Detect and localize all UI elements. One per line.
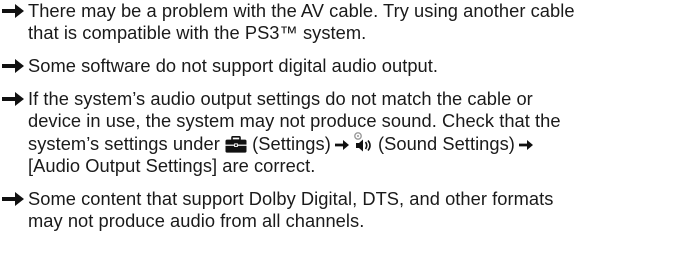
- settings-path-prefix: system’s settings under: [28, 133, 225, 154]
- item-text-line: Some content that support Dolby Digital,…: [28, 188, 554, 209]
- small-right-arrow-icon: [518, 140, 533, 150]
- item-text-line: [Audio Output Settings] are correct.: [28, 155, 316, 176]
- item-text-line: that is compatible with the PS3™ system.: [28, 22, 367, 43]
- settings-label: (Settings): [246, 133, 331, 154]
- right-arrow-icon: [2, 59, 24, 73]
- item-text-line: Some software do not support digital aud…: [28, 55, 439, 76]
- item-text-line: There may be a problem with the AV cable…: [28, 0, 575, 21]
- list-item: There may be a problem with the AV cable…: [0, 0, 688, 44]
- item-text-line: may not produce audio from all channels.: [28, 210, 365, 231]
- troubleshooting-list: There may be a problem with the AV cable…: [0, 0, 688, 254]
- right-arrow-icon: [2, 4, 24, 18]
- small-right-arrow-icon: [334, 140, 349, 150]
- right-arrow-icon: [2, 192, 24, 206]
- list-item: If the system’s audio output settings do…: [0, 88, 688, 177]
- item-text-line: device in use, the system may not produc…: [28, 110, 561, 131]
- list-item: Some software do not support digital aud…: [0, 55, 688, 77]
- speaker-settings-icon: [353, 132, 371, 152]
- list-item: Some content that support Dolby Digital,…: [0, 188, 688, 232]
- item-text-line-with-icons: system’s settings under (Settings) (Soun…: [28, 132, 688, 155]
- toolbox-icon: [225, 136, 247, 153]
- right-arrow-icon: [2, 92, 24, 106]
- sound-settings-label: (Sound Settings): [372, 133, 515, 154]
- item-text-line: If the system’s audio output settings do…: [28, 88, 533, 109]
